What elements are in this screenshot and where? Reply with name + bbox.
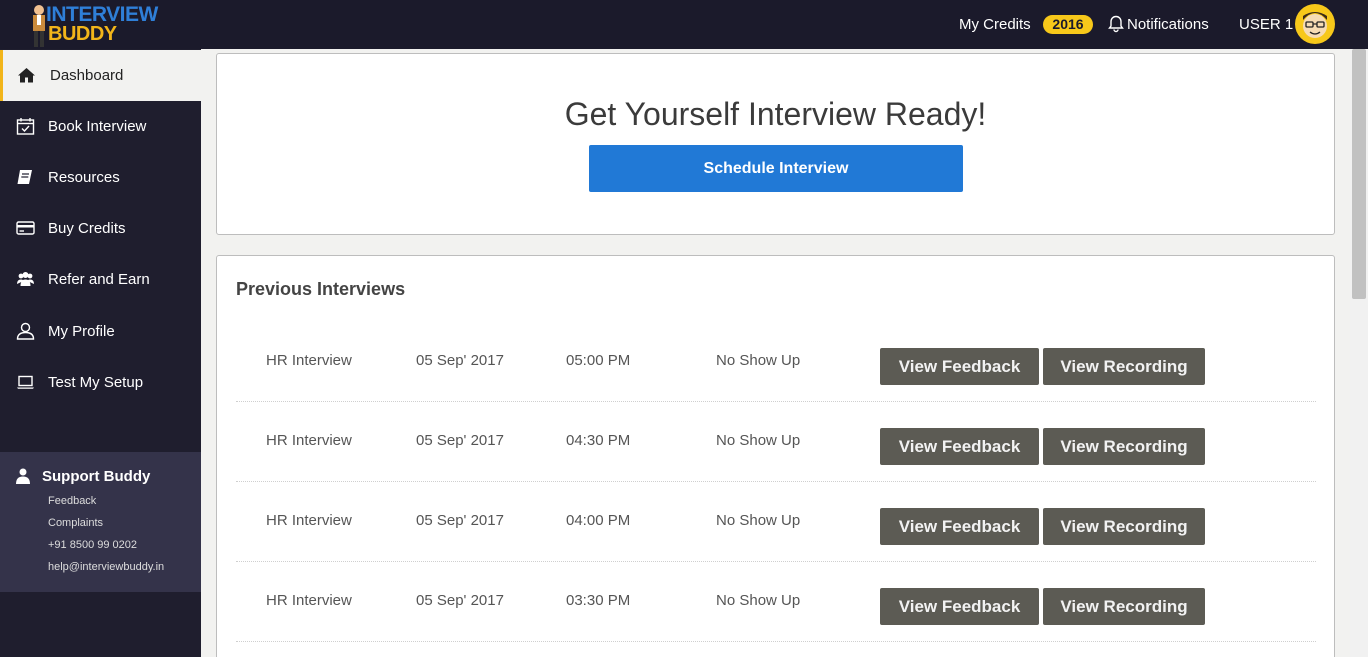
hero-title: Get Yourself Interview Ready! (564, 96, 987, 132)
user-icon (16, 468, 30, 484)
interview-status: No Show Up (716, 512, 801, 529)
interview-type: HR Interview (266, 432, 352, 449)
scrollbar-thumb[interactable] (1352, 49, 1366, 299)
table-row: HR Interview 05 Sep' 2017 05:00 PM No Sh… (236, 322, 1316, 402)
credit-card-icon (16, 221, 35, 235)
users-icon (17, 272, 34, 286)
interview-type: HR Interview (266, 352, 352, 369)
top-header: INTERVIEW BUDDY My Credits 2016 Notifica… (0, 0, 1368, 49)
avatar[interactable] (1295, 4, 1335, 44)
view-recording-button[interactable]: View Recording (1043, 348, 1205, 385)
logo[interactable]: INTERVIEW BUDDY (26, 2, 158, 48)
view-feedback-button[interactable]: View Feedback (880, 428, 1039, 465)
support-panel: Support Buddy Feedback Complaints +91 85… (0, 452, 201, 592)
credits-badge[interactable]: 2016 (1043, 15, 1093, 34)
notifications-link[interactable]: Notifications (1127, 16, 1209, 33)
sidebar-item-label: Refer and Earn (48, 271, 150, 288)
sidebar-item-test-my-setup[interactable]: Test My Setup (0, 357, 201, 408)
user-name[interactable]: USER 1 (1239, 16, 1293, 33)
sidebar-item-my-profile[interactable]: My Profile (0, 306, 201, 357)
sidebar: Dashboard Book Interview Resources Buy C… (0, 49, 201, 657)
home-icon (18, 68, 35, 83)
support-title: Support Buddy (42, 468, 151, 485)
table-row: HR Interview 05 Sep' 2017 04:00 PM No Sh… (236, 482, 1316, 562)
view-recording-button[interactable]: View Recording (1043, 588, 1205, 625)
interview-date: 05 Sep' 2017 (416, 352, 504, 369)
calendar-check-icon (16, 118, 35, 135)
support-email[interactable]: help@interviewbuddy.in (48, 561, 164, 573)
support-phone: +91 8500 99 0202 (48, 539, 138, 551)
view-feedback-button[interactable]: View Feedback (880, 588, 1039, 625)
interview-status: No Show Up (716, 592, 801, 609)
table-row: HR Interview 05 Sep' 2017 04:30 PM No Sh… (236, 402, 1316, 482)
interview-date: 05 Sep' 2017 (416, 592, 504, 609)
interview-type: HR Interview (266, 592, 352, 609)
my-credits-label[interactable]: My Credits (959, 16, 1031, 33)
laptop-icon (17, 375, 34, 389)
interview-status: No Show Up (716, 432, 801, 449)
interview-date: 05 Sep' 2017 (416, 512, 504, 529)
book-icon (17, 170, 32, 184)
schedule-interview-button[interactable]: Schedule Interview (589, 145, 963, 192)
interview-time: 05:00 PM (566, 352, 631, 369)
table-row: HR Interview 05 Sep' 2017 03:30 PM No Sh… (236, 562, 1316, 642)
sidebar-item-refer-and-earn[interactable]: Refer and Earn (0, 254, 201, 305)
sidebar-item-label: Buy Credits (48, 220, 126, 237)
interview-time: 04:30 PM (566, 432, 631, 449)
sidebar-item-label: My Profile (48, 323, 115, 340)
sidebar-item-label: Resources (48, 169, 120, 186)
hero-card: Get Yourself Interview Ready! Schedule I… (216, 53, 1335, 235)
page-scrollbar[interactable] (1350, 49, 1368, 657)
logo-text-bottom: BUDDY (48, 23, 117, 45)
interview-time: 03:30 PM (566, 592, 631, 609)
interview-date: 05 Sep' 2017 (416, 432, 504, 449)
support-complaints-link[interactable]: Complaints (48, 517, 103, 529)
interview-status: No Show Up (716, 352, 801, 369)
sidebar-item-book-interview[interactable]: Book Interview (0, 101, 201, 152)
sidebar-item-label: Test My Setup (48, 374, 144, 391)
bell-icon[interactable] (1108, 15, 1124, 33)
interview-time: 04:00 PM (566, 512, 631, 529)
view-feedback-button[interactable]: View Feedback (880, 348, 1039, 385)
previous-interviews-title: Previous Interviews (236, 279, 406, 299)
previous-interviews-card: Previous Interviews HR Interview 05 Sep'… (216, 255, 1335, 657)
sidebar-item-buy-credits[interactable]: Buy Credits (0, 203, 201, 254)
sidebar-item-label: Book Interview (48, 118, 147, 135)
sidebar-item-dashboard[interactable]: Dashboard (0, 50, 201, 101)
interview-type: HR Interview (266, 512, 352, 529)
sidebar-item-resources[interactable]: Resources (0, 152, 201, 203)
view-recording-button[interactable]: View Recording (1043, 508, 1205, 545)
view-feedback-button[interactable]: View Feedback (880, 508, 1039, 545)
user-outline-icon (16, 322, 35, 340)
sidebar-item-label: Dashboard (50, 67, 124, 84)
support-feedback-link[interactable]: Feedback (48, 495, 96, 507)
view-recording-button[interactable]: View Recording (1043, 428, 1205, 465)
